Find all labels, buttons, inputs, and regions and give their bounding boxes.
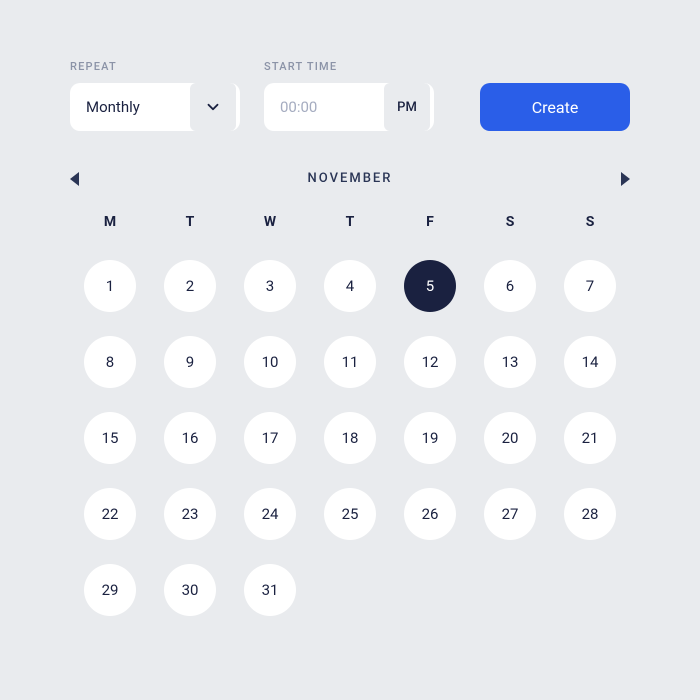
day-cell: 25 [310,488,390,540]
day-cell: 15 [70,412,150,464]
calendar-day[interactable]: 12 [404,336,456,388]
calendar-day[interactable]: 6 [484,260,536,312]
calendar-day[interactable]: 31 [244,564,296,616]
day-cell: 23 [150,488,230,540]
calendar-day[interactable]: 25 [324,488,376,540]
day-cell: 13 [470,336,550,388]
month-navigation: NOVEMBER [70,171,630,186]
time-period-toggle[interactable]: PM [384,83,430,131]
repeat-value: Monthly [70,98,186,116]
day-cell: 17 [230,412,310,464]
repeat-label: REPEAT [70,60,240,73]
calendar-day[interactable]: 23 [164,488,216,540]
calendar-day[interactable]: 7 [564,260,616,312]
calendar-day[interactable]: 19 [404,412,456,464]
weekday-label: T [310,214,390,230]
calendar-day[interactable]: 30 [164,564,216,616]
day-cell: 7 [550,260,630,312]
day-cell: 10 [230,336,310,388]
day-cell: 5 [390,260,470,312]
day-cell: 21 [550,412,630,464]
start-time-input[interactable]: 00:00 PM [264,83,434,131]
day-cell: 30 [150,564,230,616]
day-cell: 9 [150,336,230,388]
weekday-label: S [470,214,550,230]
calendar-day[interactable]: 24 [244,488,296,540]
start-time-field: START TIME 00:00 PM [264,60,434,131]
prev-month-icon[interactable] [70,172,79,186]
calendar-day[interactable]: 20 [484,412,536,464]
day-cell: 11 [310,336,390,388]
calendar-day[interactable]: 15 [84,412,136,464]
calendar-day[interactable]: 22 [84,488,136,540]
day-cell: 4 [310,260,390,312]
calendar-day[interactable]: 9 [164,336,216,388]
calendar-day[interactable]: 18 [324,412,376,464]
repeat-field: REPEAT Monthly [70,60,240,131]
calendar-day[interactable]: 4 [324,260,376,312]
calendar-day[interactable]: 17 [244,412,296,464]
calendar-day[interactable]: 11 [324,336,376,388]
calendar-day[interactable]: 14 [564,336,616,388]
calendar-day[interactable]: 1 [84,260,136,312]
day-cell: 19 [390,412,470,464]
day-cell: 28 [550,488,630,540]
weekday-label: M [70,214,150,230]
next-month-icon[interactable] [621,172,630,186]
day-cell: 20 [470,412,550,464]
calendar-day[interactable]: 13 [484,336,536,388]
calendar-grid: 1234567891011121314151617181920212223242… [70,260,630,616]
calendar-day[interactable]: 5 [404,260,456,312]
day-cell: 24 [230,488,310,540]
calendar-day[interactable]: 21 [564,412,616,464]
day-cell: 29 [70,564,150,616]
day-cell: 2 [150,260,230,312]
create-button[interactable]: Create [480,83,630,131]
calendar-day[interactable]: 28 [564,488,616,540]
weekday-label: T [150,214,230,230]
repeat-select[interactable]: Monthly [70,83,240,131]
calendar-day[interactable]: 27 [484,488,536,540]
weekday-header: M T W T F S S [70,214,630,230]
day-cell: 3 [230,260,310,312]
calendar-day[interactable]: 2 [164,260,216,312]
month-title: NOVEMBER [308,171,393,186]
day-cell: 26 [390,488,470,540]
day-cell: 31 [230,564,310,616]
day-cell: 8 [70,336,150,388]
chevron-down-icon [190,83,236,131]
day-cell: 14 [550,336,630,388]
weekday-label: W [230,214,310,230]
day-cell: 18 [310,412,390,464]
day-cell: 22 [70,488,150,540]
calendar-day[interactable]: 29 [84,564,136,616]
controls-row: REPEAT Monthly START TIME 00:00 PM Creat… [70,60,630,131]
weekday-label: S [550,214,630,230]
calendar-day[interactable]: 26 [404,488,456,540]
start-time-value: 00:00 [264,98,380,116]
day-cell: 6 [470,260,550,312]
calendar-day[interactable]: 8 [84,336,136,388]
day-cell: 12 [390,336,470,388]
calendar-day[interactable]: 3 [244,260,296,312]
start-time-label: START TIME [264,60,434,73]
day-cell: 16 [150,412,230,464]
calendar-day[interactable]: 10 [244,336,296,388]
day-cell: 27 [470,488,550,540]
day-cell: 1 [70,260,150,312]
weekday-label: F [390,214,470,230]
calendar-day[interactable]: 16 [164,412,216,464]
